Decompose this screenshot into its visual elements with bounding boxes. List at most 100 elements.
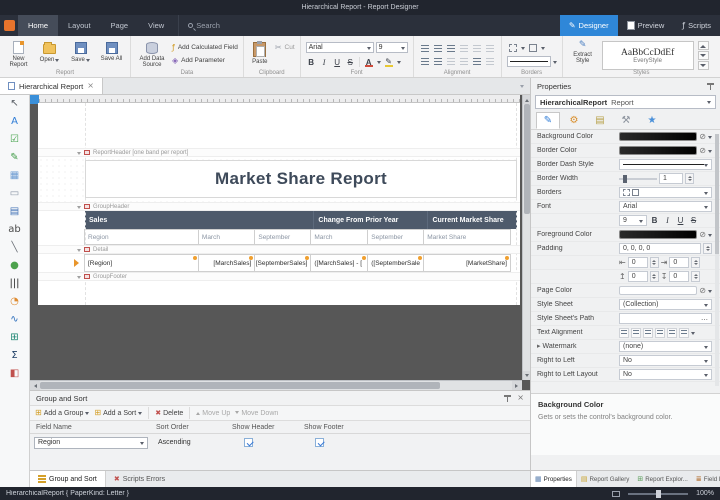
underline-button[interactable]: U: [332, 56, 343, 68]
band-report-header[interactable]: ReportHeader [one band per report]: [38, 148, 520, 157]
align-horizontal-button[interactable]: [471, 55, 483, 67]
preview-mode-button[interactable]: Preview: [618, 15, 674, 36]
tab-behavior[interactable]: ⚙: [562, 112, 586, 129]
report-page[interactable]: ReportHeader [one band per report] Marke…: [38, 103, 520, 305]
move-down-button[interactable]: Move Down: [235, 410, 278, 417]
prop-page-color[interactable]: Page Color ⊘: [531, 284, 720, 298]
prop-border-dash-style[interactable]: Border Dash Style: [531, 158, 720, 172]
horizontal-scroll-thumb[interactable]: [40, 382, 440, 389]
align-bottom-button[interactable]: [419, 55, 431, 67]
horizontal-scrollbar[interactable]: [30, 380, 522, 390]
band-collapse-icon[interactable]: [77, 206, 81, 211]
group-row[interactable]: Region Ascending: [30, 434, 530, 451]
delete-button[interactable]: ✖ Delete: [155, 410, 183, 417]
font-size-field[interactable]: 9: [619, 215, 647, 226]
close-panel-icon[interactable]: ×: [517, 394, 524, 402]
cut-button[interactable]: ✂ Cut: [275, 42, 295, 53]
prop-border-color[interactable]: Border Color ⊘: [531, 144, 720, 158]
tab-appearance[interactable]: ✎: [536, 112, 560, 129]
add-sort-button[interactable]: ⊞ Add a Sort: [94, 409, 142, 417]
align-left-button[interactable]: [419, 42, 431, 54]
dropdown-arrow-icon[interactable]: [397, 61, 401, 66]
ribbon-tab-view[interactable]: View: [138, 15, 174, 36]
prop-padding[interactable]: Padding 0, 0, 0, 0: [531, 242, 720, 256]
prop-foreground-color[interactable]: Foreground Color ⊘: [531, 228, 720, 242]
band-group-footer[interactable]: GroupFooter: [38, 272, 520, 281]
color-swatch[interactable]: [619, 230, 697, 239]
sparkline-tool[interactable]: ∿: [0, 311, 29, 329]
field-september-sales[interactable]: [SeptemberSales]: [254, 254, 311, 272]
close-tab-icon[interactable]: ×: [87, 82, 94, 90]
prop-right-to-left-layout[interactable]: Right to Left Layout No: [531, 368, 720, 382]
header-cell-market-share[interactable]: Current Market Share: [428, 211, 517, 229]
sort-order-value[interactable]: Ascending: [158, 439, 198, 446]
open-button[interactable]: Open: [36, 39, 63, 64]
label-tool[interactable]: A: [0, 113, 29, 131]
prop-borders[interactable]: Borders: [531, 186, 720, 200]
align-vertical-button[interactable]: [484, 55, 496, 67]
chart-tool[interactable]: ◧: [0, 365, 29, 383]
right-to-left-field[interactable]: No: [619, 355, 712, 366]
ribbon-tab-layout[interactable]: Layout: [58, 15, 101, 36]
italic-button[interactable]: I: [319, 56, 330, 68]
gallery-scroll-up-button[interactable]: [698, 41, 709, 50]
pivot-grid-tool[interactable]: ⊞: [0, 329, 29, 347]
spinner[interactable]: [650, 257, 659, 268]
field-market-share[interactable]: [MarketShare]: [423, 254, 511, 272]
no-color-icon[interactable]: ⊘: [699, 133, 706, 141]
show-footer-checkbox[interactable]: [315, 438, 324, 447]
style-gallery-item[interactable]: AaBbCcDdEf EveryStyle: [602, 41, 694, 70]
prop-style-sheet-path[interactable]: Style Sheet's Path …: [531, 312, 720, 326]
prop-right-to-left[interactable]: Right to Left No: [531, 354, 720, 368]
field-name-combo[interactable]: Region: [34, 437, 148, 449]
prop-padding-horizontal[interactable]: ⇤ 0 ⇥ 0: [531, 256, 720, 270]
padding-right-field[interactable]: 0: [669, 257, 689, 268]
border-line-style-select[interactable]: [507, 56, 551, 67]
align-top-button[interactable]: [471, 42, 483, 54]
scroll-thumb[interactable]: [715, 134, 719, 254]
padding-field[interactable]: 0, 0, 0, 0: [619, 243, 701, 254]
field-region[interactable]: [Region]: [84, 254, 199, 272]
borders-all-button[interactable]: [527, 42, 539, 54]
dropdown-arrow-icon[interactable]: [521, 47, 525, 52]
no-color-icon[interactable]: ⊘: [699, 147, 706, 155]
gauge-tool[interactable]: ◔: [0, 293, 29, 311]
align-option-button[interactable]: [619, 328, 629, 338]
tab-report-explorer[interactable]: ⊞Report Explor...: [633, 471, 692, 487]
panel-tool[interactable]: ▭: [0, 185, 29, 203]
vertical-scrollbar[interactable]: [522, 95, 530, 380]
document-tab-hierarchical-report[interactable]: Hierarchical Report ×: [0, 78, 103, 94]
table-tool[interactable]: ▤: [0, 203, 29, 221]
dash-style-select[interactable]: [619, 159, 712, 170]
text-wrap-button[interactable]: [432, 55, 444, 67]
ribbon-tab-home[interactable]: Home: [18, 15, 58, 36]
color-swatch[interactable]: [619, 286, 697, 295]
spinner[interactable]: [685, 173, 694, 184]
line-tool[interactable]: ╲: [0, 239, 29, 257]
align-option-button[interactable]: [679, 328, 689, 338]
new-report-button[interactable]: New Report: [5, 39, 32, 68]
scripts-mode-button[interactable]: ƒ Scripts: [673, 15, 720, 36]
add-data-source-button[interactable]: Add Data Source: [136, 39, 168, 68]
dropdown-arrow-icon[interactable]: [708, 150, 712, 155]
gallery-scroll-down-button[interactable]: [698, 51, 709, 60]
scroll-left-button[interactable]: [30, 381, 40, 390]
move-up-button[interactable]: Move Up: [196, 410, 230, 417]
spinner[interactable]: [691, 271, 700, 282]
subheader-cell-march[interactable]: March: [198, 229, 255, 245]
zoom-slider[interactable]: [628, 493, 688, 495]
subheader-cell-march-2[interactable]: March: [310, 229, 368, 245]
font-family-field[interactable]: Arial: [619, 201, 712, 212]
pin-icon[interactable]: [707, 83, 714, 90]
add-calculated-field-button[interactable]: ƒ Add Calculated Field: [172, 42, 238, 53]
tab-scripts-errors[interactable]: ✖ Scripts Errors: [106, 471, 173, 487]
tab-field-list[interactable]: ≣Field List: [692, 471, 720, 487]
color-swatch[interactable]: [619, 132, 697, 141]
subheader-cell-market-share[interactable]: Market Share: [423, 229, 511, 245]
font-color-button[interactable]: A: [363, 56, 375, 68]
band-group-header[interactable]: GroupHeader: [38, 202, 520, 211]
prop-padding-vertical[interactable]: ↥ 0 ↧ 0: [531, 270, 720, 284]
barcode-tool[interactable]: |||: [0, 275, 29, 293]
slider-thumb[interactable]: [623, 175, 627, 183]
zoom-fit-icon[interactable]: [612, 491, 620, 497]
